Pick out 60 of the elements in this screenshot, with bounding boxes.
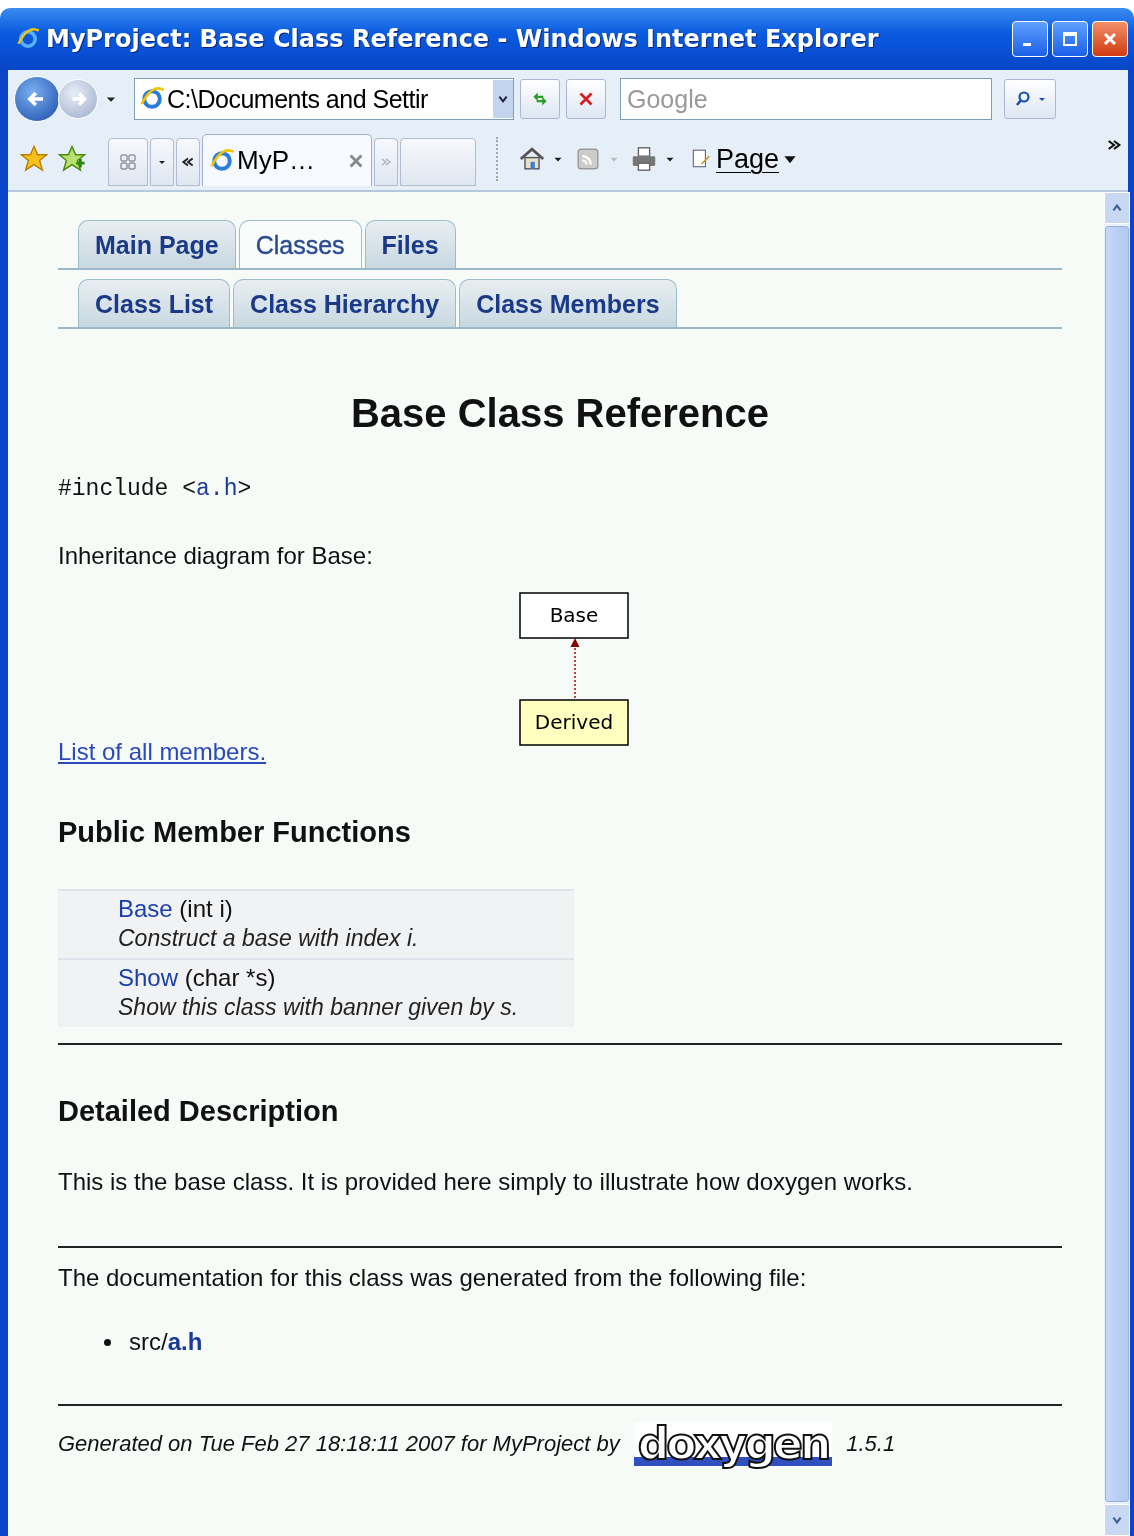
nav-tab[interactable]: Class List (78, 279, 231, 327)
search-button[interactable] (1004, 79, 1056, 119)
more-tools-icon[interactable] (1106, 138, 1122, 152)
double-right-chevron-icon (380, 157, 392, 167)
vertical-scrollbar[interactable] (1104, 192, 1130, 1536)
browser-tab[interactable]: MyP… (202, 134, 372, 186)
page-heading: Base Class Reference (350, 391, 770, 436)
page-icon (690, 148, 712, 170)
source-caption: The documentation for this class was generated from the following file: (58, 1264, 808, 1292)
header-file-link[interactable]: a.h (196, 476, 238, 502)
all-members-link[interactable]: List of all members. (58, 738, 267, 766)
maximize-icon (1060, 29, 1080, 49)
dropdown-caret-icon[interactable] (497, 93, 509, 105)
member-signature: Base (int i) (118, 895, 234, 923)
double-left-chevron-icon (181, 156, 195, 168)
nav-tab[interactable]: Main Page (78, 220, 236, 268)
generated-note: Generated on Tue Feb 27 18:18:11 2007 for MyProject by (58, 1431, 620, 1457)
include-line: #include <a.h> (58, 476, 253, 502)
class-node[interactable]: Derived (519, 699, 629, 746)
refresh-button[interactable] (520, 79, 560, 119)
member-description: Show this class with banner given by s. (118, 994, 520, 1021)
inheritance-arrow (570, 638, 580, 700)
section-heading: Detailed Description (58, 1095, 340, 1128)
page-globe-icon (209, 147, 235, 174)
member-signature: Show (char *s) (118, 964, 277, 992)
search-field[interactable]: Google (620, 78, 992, 120)
bullet-icon (104, 1338, 111, 1346)
member-description: Construct a base with index i. (118, 925, 420, 952)
nav-tab[interactable]: Files (364, 220, 456, 268)
favorites-star-icon[interactable] (20, 145, 48, 173)
class-node[interactable]: Base (519, 592, 629, 639)
source-file-entry: src/a.h (129, 1328, 203, 1356)
print-icon[interactable] (630, 145, 658, 173)
source-file-link[interactable]: a.h (167, 1328, 203, 1355)
window-title: MyProject: Base Class Reference - Windows Internet Explorer (46, 25, 880, 53)
page-globe-icon (139, 86, 165, 112)
nav-tab[interactable]: Classes (238, 220, 362, 268)
close-button[interactable] (1092, 21, 1128, 57)
address-field[interactable]: C:\Documents and Settir (134, 78, 514, 120)
section-heading: Public Member Functions (58, 816, 412, 849)
nav-tab[interactable]: Class Members (459, 279, 677, 327)
scroll-up-icon[interactable] (1111, 202, 1123, 214)
scroll-left-button[interactable] (176, 138, 200, 186)
stop-button[interactable] (566, 79, 606, 119)
add-favorite-icon[interactable] (58, 145, 86, 173)
description-text: This is the base class. It is provided here simply to illustrate how doxygen works. (58, 1168, 915, 1196)
member-link[interactable]: Base (118, 895, 173, 922)
maximize-button[interactable] (1052, 21, 1088, 57)
diagram-caption: Inheritance diagram for Base: (58, 542, 374, 570)
browser-logo-icon (16, 27, 40, 51)
version-text: 1.5.1 (846, 1431, 896, 1457)
grid-icon (118, 152, 138, 172)
page-menu-button[interactable]: Page (686, 143, 802, 175)
minimize-icon (1023, 42, 1031, 46)
scroll-down-icon[interactable] (1111, 1514, 1123, 1526)
nav-tab[interactable]: Class Hierarchy (233, 279, 457, 327)
member-link[interactable]: Show (118, 964, 179, 991)
home-icon[interactable] (518, 145, 546, 173)
back-button[interactable] (14, 76, 60, 122)
minimize-button[interactable] (1012, 21, 1048, 57)
